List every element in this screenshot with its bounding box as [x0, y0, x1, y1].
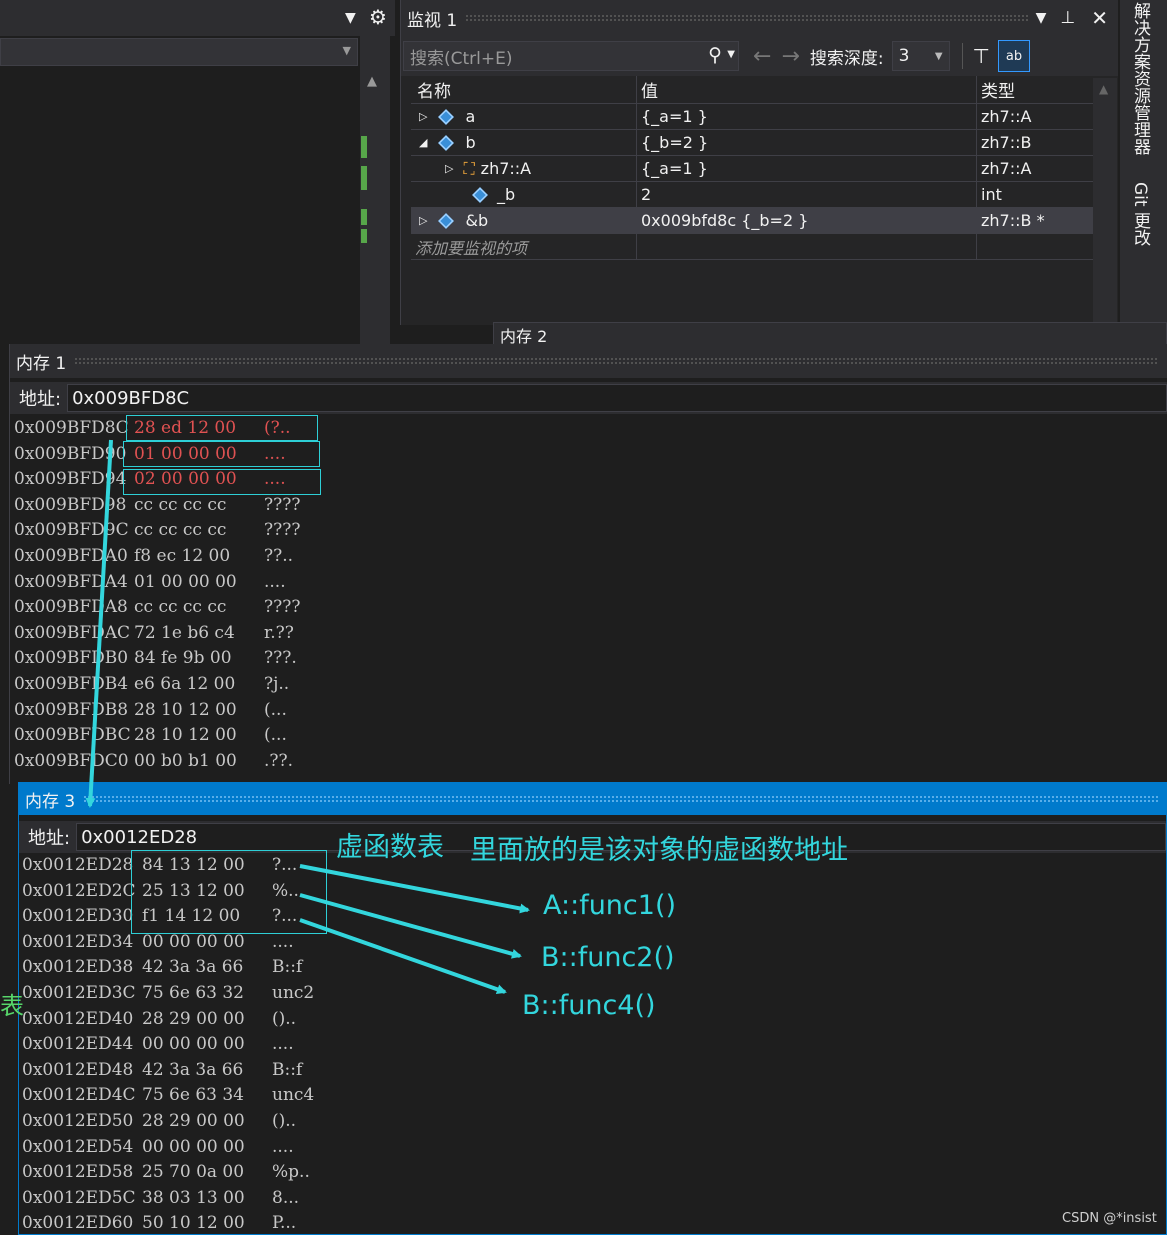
- func4-arrow: [299, 918, 507, 995]
- watermark: CSDN @*insist: [1062, 1211, 1157, 1226]
- func2-arrow: [299, 893, 522, 959]
- annotation-arrows: [85, 439, 530, 995]
- pointer-arrow: [85, 439, 113, 808]
